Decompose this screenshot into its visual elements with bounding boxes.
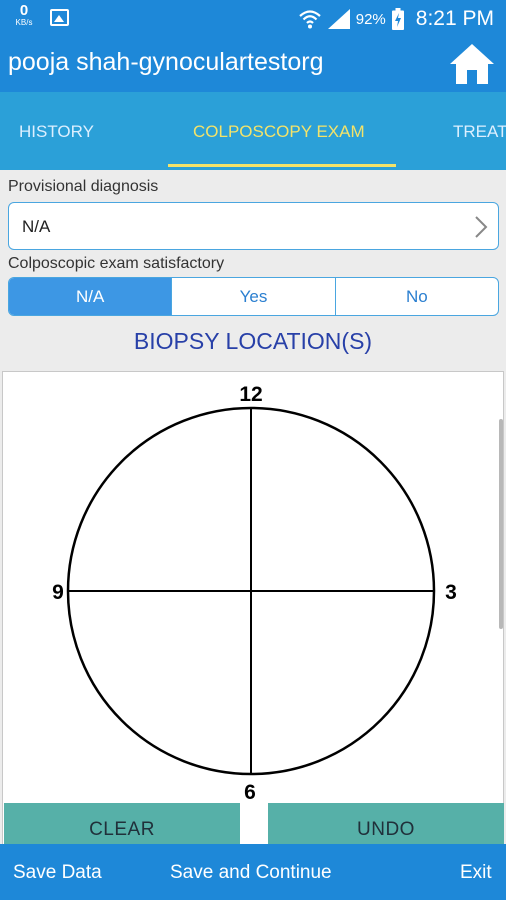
provisional-diagnosis-value: N/A [22,217,51,236]
network-speed-value: 0 [19,2,29,19]
wifi-icon [299,10,321,29]
option-yes[interactable]: Yes [172,278,336,315]
bottom-action-bar: Save Data Save and Continue Exit [0,844,506,900]
clock-label-6: 6 [244,781,256,804]
exam-satisfactory-segmented-control: N/A Yes No [8,277,499,316]
option-na[interactable]: N/A [9,278,173,315]
network-speed-unit: KB/s [15,18,33,27]
app-bar: pooja shah-gynoculartestorg [0,38,506,92]
exam-satisfactory-label: Colposcopic exam satisfactory [8,255,225,272]
status-time: 8:21 PM [415,7,494,30]
battery-percent: 92% [355,10,386,28]
signal-icon [327,9,350,29]
battery-charging-icon [391,8,404,30]
option-no[interactable]: No [336,278,498,315]
gallery-icon [50,9,69,26]
biopsy-drawing-panel: 12 3 6 9 [2,371,504,844]
tab-history[interactable]: HISTORY [19,122,94,142]
clock-label-9: 9 [52,581,64,604]
exam-form: Provisional diagnosis N/A Colposcopic ex… [0,170,506,844]
undo-button[interactable]: UNDO [268,803,504,844]
chevron-right-icon [475,216,488,238]
scrollbar[interactable] [499,419,503,629]
page-title: pooja shah-gynoculartestorg [8,48,324,76]
save-and-continue-button[interactable]: Save and Continue [170,862,332,884]
clear-button[interactable]: CLEAR [4,803,240,844]
exit-button[interactable]: Exit [460,862,492,884]
provisional-diagnosis-label: Provisional diagnosis [8,178,159,195]
home-icon[interactable] [448,42,496,86]
tab-colposcopy-exam[interactable]: COLPOSCOPY EXAM [193,122,365,142]
biopsy-location-title: BIOPSY LOCATION(S) [133,328,373,354]
clock-label-12: 12 [239,383,262,406]
tab-bar: HISTORY COLPOSCOPY EXAM TREAT [0,92,506,170]
biopsy-clock-diagram[interactable]: 12 3 6 9 [3,372,503,844]
active-tab-indicator [168,164,396,167]
status-bar: 0 KB/s 92% 8:21 PM [0,0,506,38]
save-data-button[interactable]: Save Data [13,862,102,884]
clock-label-3: 3 [445,581,457,604]
network-speed: 0 KB/s [12,3,36,27]
provisional-diagnosis-select[interactable]: N/A [8,202,499,250]
tab-treatment[interactable]: TREAT [453,122,506,142]
